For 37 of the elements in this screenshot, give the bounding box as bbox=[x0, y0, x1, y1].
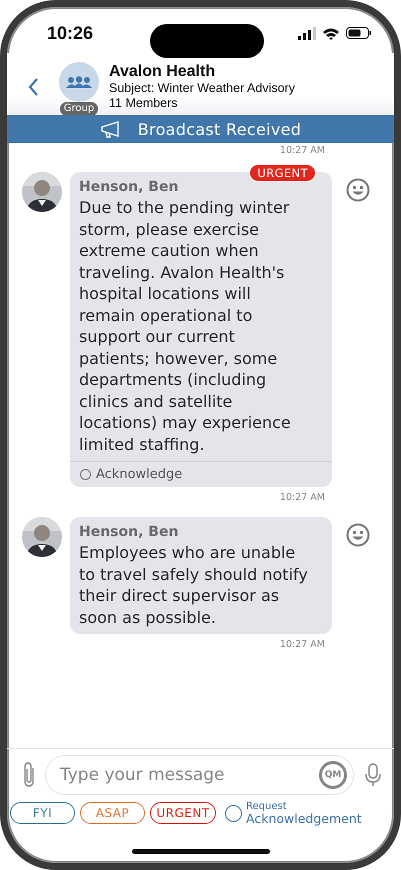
request-acknowledgement-toggle[interactable]: Request Acknowledgement bbox=[225, 801, 362, 825]
quick-message-button[interactable]: QM bbox=[319, 760, 347, 788]
back-icon[interactable] bbox=[27, 77, 39, 97]
group-badge: Group bbox=[60, 102, 98, 116]
group-icon bbox=[66, 76, 92, 88]
message-time: 10:27 AM bbox=[280, 492, 325, 503]
chat-title: Avalon Health bbox=[109, 63, 216, 81]
radio-icon[interactable] bbox=[80, 469, 91, 480]
megaphone-icon bbox=[100, 120, 120, 138]
emoji-reaction-icon[interactable] bbox=[346, 178, 370, 202]
group-avatar[interactable] bbox=[59, 62, 99, 102]
message-text: Employees who are unable to travel safely should notify their direct supervisor as soon as possible. bbox=[79, 542, 309, 628]
clock-time: 10:26 bbox=[47, 22, 94, 44]
message-time: 10:27 AM bbox=[280, 145, 325, 156]
acknowledgement-label: Acknowledgement bbox=[246, 813, 362, 825]
wifi-icon bbox=[322, 26, 340, 40]
message-time: 10:27 AM bbox=[280, 639, 325, 650]
member-count: 11 Members bbox=[109, 96, 179, 111]
priority-button[interactable]: FYI bbox=[10, 802, 75, 824]
battery-icon bbox=[346, 27, 372, 39]
acknowledge-label: Acknowledge bbox=[96, 467, 182, 482]
message-text: Due to the pending winter storm, please exercise extreme caution when traveling. Avalon Health's hospital locations will remain operational to support our current patients; however, some departments (including clinics and satellite locations) may experience limited staffing. bbox=[79, 197, 292, 455]
signal-icon bbox=[298, 26, 316, 40]
acknowledge-button[interactable]: Acknowledge bbox=[70, 461, 332, 487]
priority-button[interactable]: URGENT bbox=[150, 802, 216, 824]
priority-button[interactable]: ASAP bbox=[80, 802, 145, 824]
paperclip-icon[interactable] bbox=[23, 762, 35, 787]
banner-text: Broadcast Received bbox=[138, 120, 302, 138]
sender-name: Henson, Ben bbox=[79, 179, 180, 195]
message-field[interactable]: Type your message QM bbox=[45, 754, 354, 794]
chat-subject: Subject: Winter Weather Advisory bbox=[109, 81, 295, 96]
radio-icon[interactable] bbox=[225, 804, 242, 822]
urgent-badge: URGENT bbox=[249, 164, 316, 182]
emoji-reaction-icon[interactable] bbox=[346, 523, 370, 547]
microphone-icon[interactable] bbox=[364, 762, 382, 786]
sender-name: Henson, Ben bbox=[79, 524, 180, 540]
request-label: Request bbox=[246, 801, 288, 813]
